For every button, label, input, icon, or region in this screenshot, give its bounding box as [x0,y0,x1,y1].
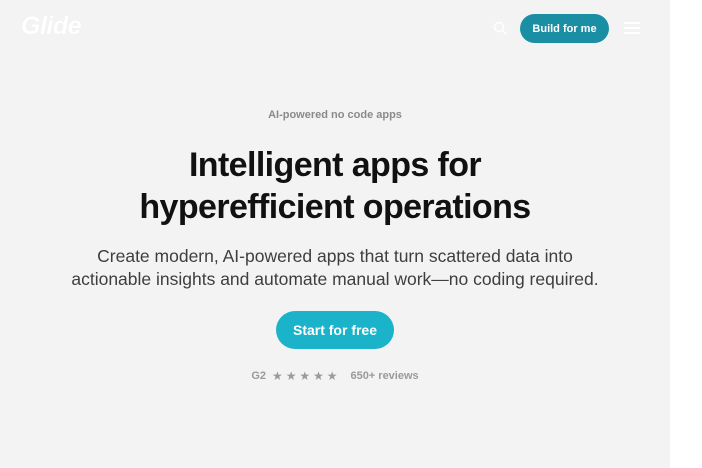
headline-line-2: hyperefficient operations [139,188,531,226]
g2-label: G2 [251,370,267,382]
subhead-line-2: actionable insights and automate manual … [71,269,599,289]
star-icon: ★ [285,368,297,383]
hamburger-menu-icon[interactable] [623,22,641,36]
search-icon [493,21,507,35]
glide-logo[interactable]: Glide [21,12,82,41]
site-header: Glide Build for me [0,0,670,58]
subhead-line-1: Create modern, AI-powered apps that turn… [97,246,573,266]
star-icon: ★ [326,368,338,383]
page: Glide Build for me AI-powered no code ap… [0,0,670,468]
star-icon: ★ [299,368,311,383]
star-icon: ★ [272,368,283,383]
hero-subhead: Create modern, AI-powered apps that turn… [30,245,640,291]
review-count[interactable]: 650+ reviews [350,370,418,382]
search-button[interactable] [491,19,509,37]
headline-line-1: Intelligent apps for [188,146,482,184]
star-icon: ★ [313,368,324,383]
hero-headline: Intelligent apps for hyperefficient oper… [0,144,670,228]
hero-eyebrow: AI-powered no code apps [268,109,402,121]
reviews-row: G2 ★ ★ ★ ★ ★ 650+ reviews [0,368,670,384]
build-for-me-button[interactable]: Build for me [520,14,609,43]
start-for-free-button[interactable]: Start for free [276,311,394,349]
rating-stars: ★ ★ ★ ★ ★ [272,368,340,383]
